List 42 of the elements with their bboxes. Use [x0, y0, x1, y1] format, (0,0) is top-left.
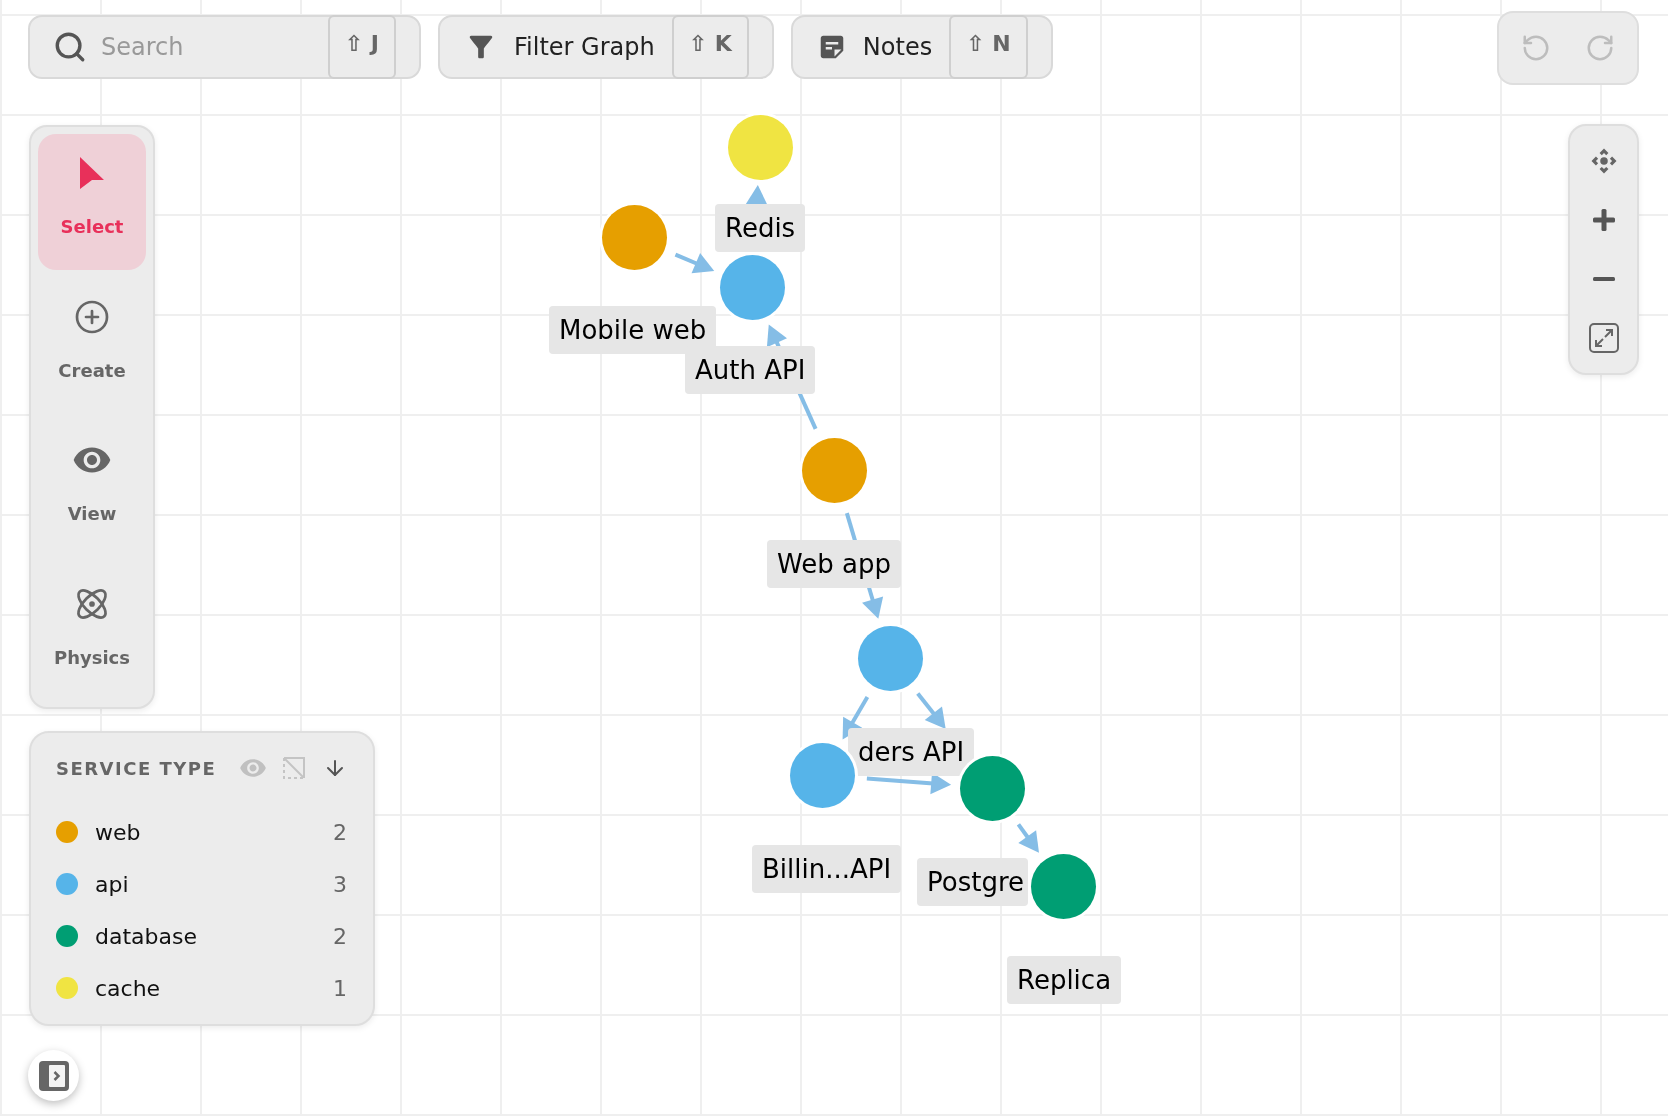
- plus-icon: [1592, 208, 1615, 231]
- notes-button[interactable]: Notes ⇧ N: [790, 15, 1053, 79]
- legend-title: SERVICE TYPE: [56, 756, 217, 781]
- dashed-square-icon: [283, 757, 305, 779]
- node-label: ders API: [848, 728, 975, 776]
- node-label: Web app: [767, 540, 901, 588]
- undo-icon: [1521, 33, 1551, 63]
- minus-icon: [1592, 277, 1615, 282]
- node-label: Replica: [1007, 956, 1122, 1004]
- node-label: Mobile web: [549, 306, 717, 354]
- tool-button[interactable]: Physics: [38, 564, 146, 700]
- node-label: Billin...API: [752, 845, 902, 893]
- legend-label: database: [95, 922, 197, 951]
- node-label: Auth API: [685, 346, 816, 394]
- legend-label: cache: [95, 974, 161, 1003]
- tool-button[interactable]: Select: [38, 134, 146, 270]
- legend-count: 2: [333, 818, 347, 847]
- edge-arrow: [1016, 823, 1039, 853]
- search-icon: [53, 30, 87, 64]
- tool-button[interactable]: View: [38, 421, 146, 557]
- legend-label: api: [95, 870, 129, 899]
- redo-icon: [1585, 33, 1615, 63]
- edge-arrow: [674, 252, 715, 274]
- legend-count: 1: [333, 974, 347, 1003]
- legend-label: web: [95, 818, 141, 847]
- edge-arrow: [916, 692, 946, 729]
- shortcut-key: ⇧ K: [671, 15, 749, 79]
- search-input[interactable]: Search: [101, 29, 320, 65]
- panel-toggle-button[interactable]: [28, 1050, 79, 1101]
- expand-icon: [1588, 323, 1619, 354]
- search-field[interactable]: Search ⇧ J: [28, 15, 421, 79]
- node-label: Redis: [715, 204, 806, 252]
- legend-count: 3: [333, 870, 347, 899]
- node-label: Postgre: [917, 858, 1029, 906]
- pointer-arrow-icon: [80, 157, 104, 189]
- tool-button[interactable]: Create: [38, 277, 146, 413]
- shortcut-key: ⇧ N: [949, 15, 1028, 79]
- shortcut-key: ⇧ J: [327, 15, 396, 79]
- legend-count: 2: [333, 922, 347, 951]
- add-circle-icon: [74, 298, 110, 335]
- side-panel-icon: [38, 1060, 69, 1091]
- filter-graph-button[interactable]: Filter Graph ⇧ K: [438, 15, 774, 79]
